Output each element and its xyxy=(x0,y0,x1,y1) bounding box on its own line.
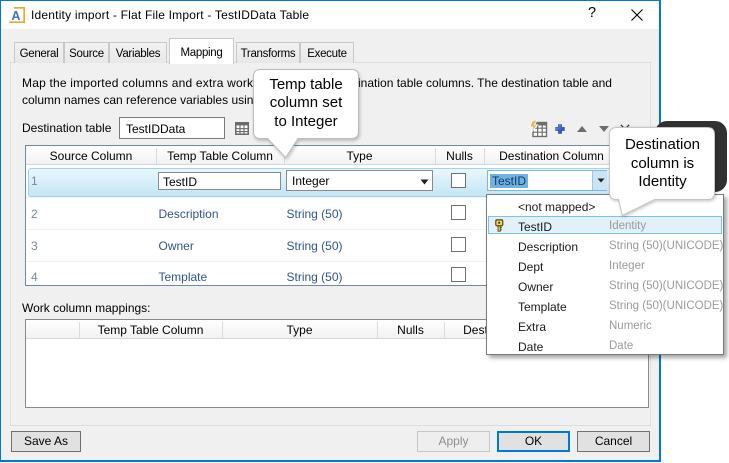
svg-text:A: A xyxy=(11,9,20,23)
